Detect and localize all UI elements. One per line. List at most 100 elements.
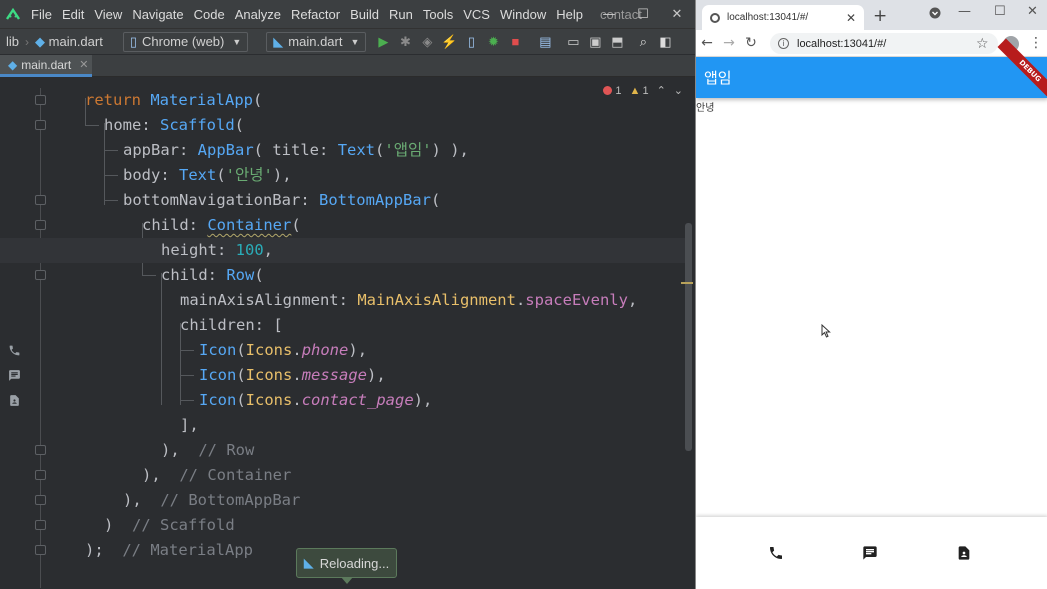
reload-icon[interactable]: ↻ [740,35,762,51]
code-line: Icon(Icons.contact_page), [0,388,690,413]
menu-run[interactable]: Run [384,7,418,22]
code-token: Text [179,166,217,184]
code-token: // Row [179,441,255,459]
device-selector[interactable]: ▯ Chrome (web) ▼ [122,31,249,52]
code-token: ( [236,366,246,384]
breadcrumb-lib[interactable]: lib [0,34,25,49]
tab-search-icon[interactable] [929,7,941,23]
debug-icon[interactable]: ✱ [394,31,416,53]
coverage-icon[interactable]: ◈ [416,31,438,53]
menu-tools[interactable]: Tools [418,7,458,22]
ide-close-button[interactable]: ✕ [660,0,694,28]
flutter-app-viewport[interactable]: 앱임 DEBUG 안녕 [696,38,1047,589]
menu-view[interactable]: View [89,7,127,22]
code-token: ), [161,441,180,459]
code-line: appBar: AppBar( title: Text('앱임') ), [0,138,690,163]
breadcrumb-file[interactable]: ◆ main.dart [29,34,109,50]
error-icon [603,85,613,95]
forward-arrow-icon[interactable]: → [718,35,740,51]
code-token: . [515,291,526,309]
phone-icon[interactable] [768,545,784,561]
code-token: '앱임' [384,141,432,159]
warning-count[interactable]: ▲ 1 [630,85,649,97]
code-token: ( [253,141,273,159]
new-tab-icon[interactable]: + [873,6,887,26]
contact-page-icon[interactable] [956,545,972,561]
ide-window: File Edit View Navigate Code Analyze Ref… [0,0,695,589]
run-icon[interactable]: ▶ [372,31,394,53]
kebab-menu-icon[interactable]: ⋮ [1029,35,1043,51]
code-token: Text [337,141,376,159]
code-token: ), [413,391,433,409]
browser-minimize-button[interactable]: — [958,4,971,19]
terminal-icon[interactable]: ▭ [562,31,584,53]
code-token: ( [216,166,226,184]
editor-tabbar: ◆ main.dart ✕ [0,55,695,77]
code-line: ), // BottomAppBar [0,488,690,513]
menu-window[interactable]: Window [495,7,551,22]
code-token: ( [291,216,301,234]
menu-help[interactable]: Help [551,7,588,22]
code-token: message [301,366,368,384]
browser-maximize-button[interactable]: ☐ [994,4,1006,19]
browser-window: localhost:13041/#/ ✕ + — ☐ ✕ ← → ↻ i loc… [695,0,1047,589]
message-icon[interactable] [862,545,878,561]
code-token: ( [236,341,246,359]
tab-main-dart[interactable]: ◆ main.dart ✕ [0,55,92,77]
info-icon[interactable]: i [778,38,789,49]
code-line: ), // Container [0,463,690,488]
ide-maximize-button[interactable]: ☐ [626,0,660,28]
code-token: return [85,91,141,109]
run-config-selector[interactable]: ◣ main.dart ▼ [266,31,367,52]
code-token: : [160,166,179,184]
code-token: Container [207,216,292,234]
sdk-manager-icon[interactable]: ⬒ [606,31,628,53]
code-token: Icon [199,391,237,409]
code-token: child [142,216,189,234]
flutter-icon: ◣ [273,33,284,49]
menu-navigate[interactable]: Navigate [127,7,188,22]
bookmark-star-icon[interactable]: ☆ [976,36,989,52]
code-token: ) ), [431,141,469,159]
chevron-down-icon[interactable]: ⌄ [674,84,683,97]
code-token: bottomNavigationBar [123,191,301,209]
code-editor[interactable]: return MaterialApp( home: Scaffold( appB… [0,78,695,589]
menu-code[interactable]: Code [189,7,230,22]
code-token: : [319,141,338,159]
code-token: title [272,141,320,159]
search-icon[interactable]: ⌕ [632,31,654,53]
chevron-up-icon[interactable]: ⌃ [657,84,666,97]
menu-edit[interactable]: Edit [57,7,89,22]
browser-close-button[interactable]: ✕ [1027,4,1038,19]
ide-minimize-button[interactable]: — [592,0,626,28]
error-count[interactable]: 1 [603,85,622,97]
browser-tab[interactable]: localhost:13041/#/ ✕ [702,5,864,30]
project-structure-icon[interactable]: ◧ [654,31,676,53]
code-token: . [292,341,302,359]
toast-label: Reloading... [319,555,390,571]
device-manager-icon[interactable]: ▤ [534,31,556,53]
close-icon[interactable]: ✕ [79,58,88,71]
menu-refactor[interactable]: Refactor [286,7,345,22]
hot-reload-icon[interactable]: ⚡ [438,31,460,53]
code-token: Row [226,266,255,284]
avd-manager-icon[interactable]: ▣ [584,31,606,53]
code-token: MainAxisAlignment [357,291,516,309]
close-icon[interactable]: ✕ [846,11,856,25]
menu-build[interactable]: Build [345,7,384,22]
inspection-widget[interactable]: 1 ▲ 1 ⌃ ⌄ [603,84,683,97]
code-token: : [ [254,316,283,334]
attach-debugger-icon[interactable]: ✹ [482,31,504,53]
back-arrow-icon[interactable]: ← [696,35,718,51]
code-line: body: Text('안녕'), [0,163,690,188]
code-line: Icon(Icons.message), [0,363,690,388]
stop-icon[interactable]: ■ [504,31,526,53]
address-bar[interactable]: i localhost:13041/#/ [770,33,998,54]
hot-restart-icon[interactable]: ▯ [460,31,482,53]
editor-scrollbar[interactable] [685,223,692,451]
code-token: ( [253,91,263,109]
menu-vcs[interactable]: VCS [458,7,495,22]
menu-analyze[interactable]: Analyze [230,7,286,22]
menu-file[interactable]: File [26,7,57,22]
code-token: body [123,166,161,184]
